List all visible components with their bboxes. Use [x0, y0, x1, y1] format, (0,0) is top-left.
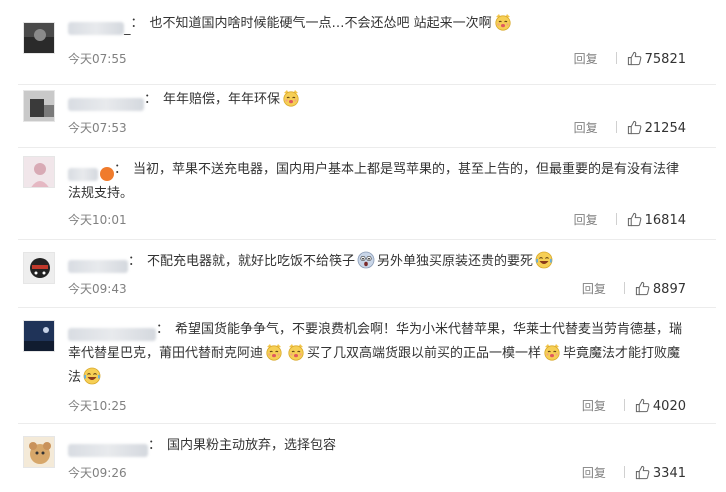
cat-emoji-icon [282, 89, 300, 107]
comment-item: _ ：也不知道国内啥时候能硬气一点…不会还怂吧 站起来一次啊 今天07:55 回… [18, 14, 716, 85]
avatar[interactable] [23, 22, 55, 54]
comment-text: ：不配充电器就，就好比吃饭不给筷子 另外单独买原装还贵的要死 [68, 250, 692, 274]
cat-emoji-icon [494, 13, 512, 31]
like-count: 21254 [644, 121, 686, 136]
reply-button[interactable]: 回复 [582, 280, 606, 297]
comment-time: 今天07:53 [68, 121, 127, 135]
reply-button[interactable]: 回复 [574, 211, 598, 228]
comment-time: 今天09:43 [68, 282, 127, 296]
comment-text-part: 也不知道国内啥时候能硬气一点…不会还怂吧 站起来一次啊 [149, 16, 492, 31]
like-button[interactable]: 3341 [635, 465, 686, 481]
avatar[interactable] [23, 90, 55, 122]
comment-actions: 回复 75821 [574, 50, 686, 67]
thumbs-up-icon [627, 212, 642, 227]
comment-item: ：年年赔偿，年年环保 今天07:53 回复 21254 [18, 85, 716, 148]
username[interactable] [68, 93, 144, 111]
username[interactable] [68, 163, 114, 181]
avatar[interactable] [23, 156, 55, 188]
like-button[interactable]: 8897 [635, 281, 686, 297]
comment-item: ：国内果粉主动放弃，选择包容 今天09:26 回复 3341 [18, 424, 716, 492]
like-count: 4020 [652, 399, 686, 414]
comment-item: ：不配充电器就，就好比吃饭不给筷子 另外单独买原装还贵的要死 今天09:43 回复… [18, 240, 716, 308]
comment-time: 今天10:01 [68, 213, 127, 227]
laugh-cry-emoji-icon [83, 367, 101, 385]
comment-actions: 回复 4020 [582, 397, 686, 414]
comment-text-part: 年年赔偿，年年环保 [163, 92, 281, 107]
like-button[interactable]: 4020 [635, 398, 686, 414]
cat-emoji-icon [265, 343, 283, 361]
comment-text: _ ：也不知道国内啥时候能硬气一点…不会还怂吧 站起来一次啊 [68, 12, 692, 36]
divider [623, 466, 625, 478]
reply-button[interactable]: 回复 [574, 50, 598, 67]
comment-item: ：当初，苹果不送充电器，国内用户基本上都是骂苹果的，甚至上告的，但最重要的是有没… [18, 148, 716, 240]
divider [615, 121, 617, 133]
comment-text: ：当初，苹果不送充电器，国内用户基本上都是骂苹果的，甚至上告的，但最重要的是有没… [68, 162, 680, 201]
comment-actions: 回复 16814 [574, 211, 686, 228]
comment-text-part: 国内果粉主动放弃，选择包容 [167, 438, 337, 453]
username[interactable] [68, 439, 148, 457]
comment-actions: 回复 8897 [582, 280, 686, 297]
comment-actions: 回复 3341 [582, 464, 686, 481]
divider [615, 52, 617, 64]
username[interactable] [68, 323, 156, 341]
comment-text: ：希望国货能争争气，不要浪费机会啊！华为小米代替苹果，华莱士代替麦当劳肯德基，瑞… [68, 322, 683, 385]
avatar[interactable] [23, 320, 55, 352]
thumbs-up-icon [635, 465, 650, 480]
comment-text-part: 不配充电器就，就好比吃饭不给筷子 [147, 254, 356, 269]
comment-time: 今天09:26 [68, 466, 127, 480]
cat-emoji-icon [543, 343, 561, 361]
comment-text: ：国内果粉主动放弃，选择包容 [68, 434, 692, 458]
like-count: 8897 [652, 282, 686, 297]
comment-time: 今天07:55 [68, 52, 127, 66]
comment-text-part: 当初，苹果不送充电器，国内用户基本上都是骂苹果的，甚至上告的，但最重要的是有没有… [68, 162, 680, 201]
username[interactable]: _ [68, 17, 131, 36]
reply-button[interactable]: 回复 [574, 119, 598, 136]
comment-actions: 回复 21254 [574, 119, 686, 136]
comment-item: ：希望国货能争争气，不要浪费机会啊！华为小米代替苹果，华莱士代替麦当劳肯德基，瑞… [18, 308, 716, 424]
divider [623, 282, 625, 294]
like-button[interactable]: 16814 [627, 212, 686, 228]
avatar[interactable] [23, 436, 55, 468]
divider [623, 399, 625, 411]
thumbs-up-icon [635, 281, 650, 296]
like-button[interactable]: 21254 [627, 120, 686, 136]
badge-icon [100, 167, 114, 181]
like-count: 75821 [644, 52, 686, 67]
username[interactable] [68, 255, 128, 273]
laugh-cry-emoji-icon [535, 251, 553, 269]
scared-emoji-icon [357, 251, 375, 269]
comment-time: 今天10:25 [68, 399, 127, 413]
comment-text: ：年年赔偿，年年环保 [68, 88, 692, 112]
like-button[interactable]: 75821 [627, 51, 686, 67]
thumbs-up-icon [635, 398, 650, 413]
like-count: 16814 [644, 213, 686, 228]
thumbs-up-icon [627, 51, 642, 66]
like-count: 3341 [652, 466, 686, 481]
avatar[interactable] [23, 252, 55, 284]
reply-button[interactable]: 回复 [582, 397, 606, 414]
divider [615, 213, 617, 225]
cat-emoji-icon [287, 343, 305, 361]
comment-text-part: 买了几双高端货跟以前买的正品一模一样 [307, 346, 542, 361]
comment-text-part: 另外单独买原装还贵的要死 [377, 254, 534, 269]
reply-button[interactable]: 回复 [582, 464, 606, 481]
thumbs-up-icon [627, 120, 642, 135]
